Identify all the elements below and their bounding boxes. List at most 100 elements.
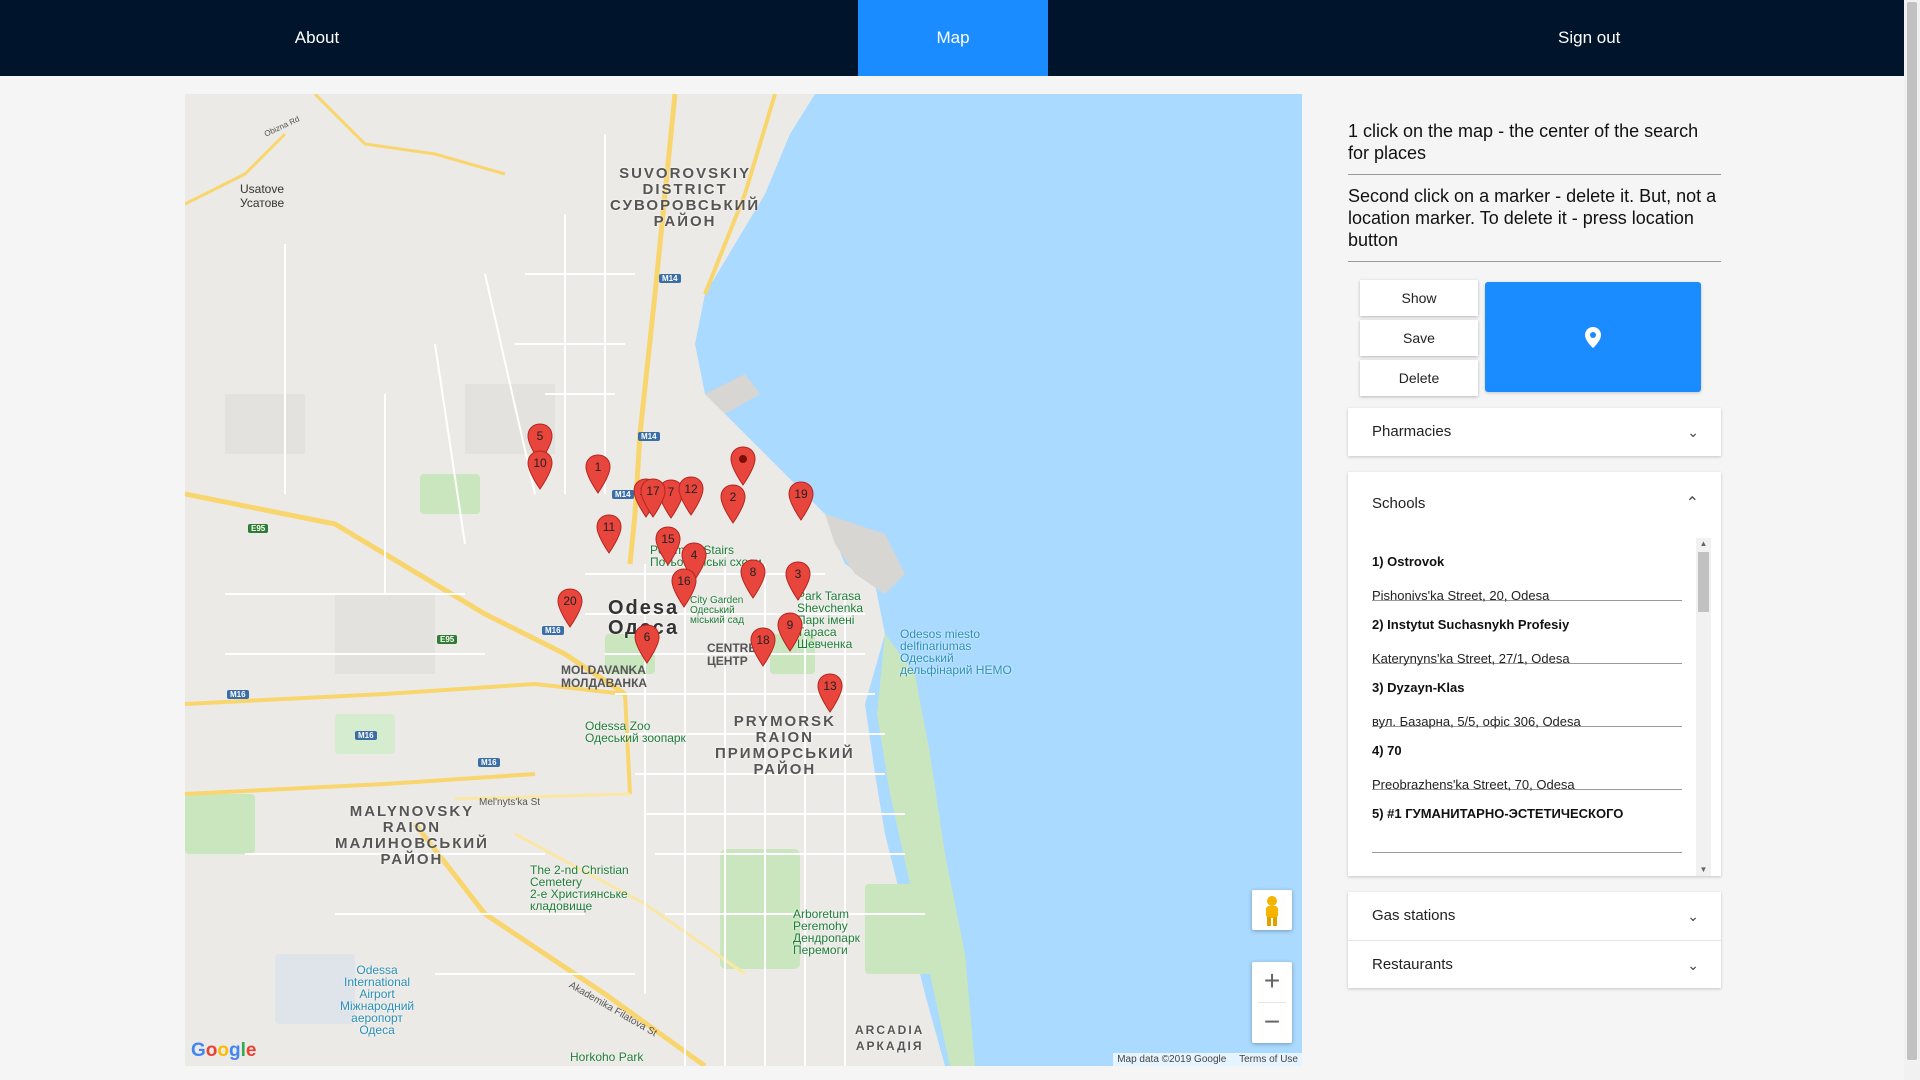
map-data-attribution: Map data ©2019 Google [1117,1054,1227,1065]
map-attribution: Map data ©2019 Google Terms of Use [1113,1053,1302,1066]
road-shield-m16: M16 [478,758,500,767]
road-shield-m14: M14 [659,274,681,283]
map-marker-location[interactable] [730,446,756,486]
schools-list[interactable]: 1) Ostrovok Pishonivs'ka Street, 20, Ode… [1348,538,1721,876]
top-navbar: About Map Sign out [0,0,1904,76]
map-label-zoo: Odessa Zoo Одеський зоопарк [585,719,686,745]
map-marker-9[interactable]: 9 [777,612,803,652]
chevron-up-icon: ⌃ [1685,495,1699,512]
map-canvas[interactable]: SUVOROVSKIY DISTRICT СУВОРОВСЬКИЙ РАЙОН … [185,94,1302,1066]
road-shield-m16: M16 [227,690,249,699]
terms-of-use-link[interactable]: Terms of Use [1239,1054,1298,1065]
marker-label: 2 [729,490,737,504]
school-name: 3) Dyzayn-Klas [1372,680,1465,695]
delete-button[interactable]: Delete [1360,360,1478,396]
marker-label: 18 [756,633,770,647]
page-scrollbar[interactable] [1904,0,1920,1080]
map-marker-6[interactable]: 6 [634,624,660,664]
marker-label: 16 [677,574,691,588]
restaurants-label: Restaurants [1372,956,1453,973]
school-name: 2) Instytut Suchasnykh Profesiy [1372,617,1570,632]
gas-stations-label: Gas stations [1372,907,1456,924]
nav-map[interactable]: Map [858,0,1048,76]
street-label-melnytska: Mel'nyts'ka St [479,797,541,808]
map-label-usatove: Usatove Усатове [240,182,285,210]
list-item[interactable]: 3) Dyzayn-Klas вул. Базарна, 5/5, офіс 3… [1372,664,1682,729]
map-label-malynovsky: MALYNOVSKY RAION МАЛИНОВСЬКИЙ РАЙОН [335,803,489,868]
marker-label: 4 [690,548,698,562]
scroll-down-arrow-icon[interactable]: ▼ [1696,864,1711,876]
nav-sign-out[interactable]: Sign out [1048,0,1920,76]
marker-label: 12 [684,482,698,496]
location-button[interactable] [1485,282,1701,392]
marker-label: 1 [594,460,602,474]
panel-schools: Schools ⌃ 1) Ostrovok Pishonivs'ka Stree… [1348,472,1721,876]
map-marker-19[interactable]: 19 [788,481,814,521]
show-button[interactable]: Show [1360,280,1478,316]
marker-label: 20 [563,594,577,608]
zoom-controls: + − [1252,962,1292,1043]
map-marker-13[interactable]: 13 [817,673,843,713]
list-item[interactable]: 5) #1 ГУМАНИТАРНО-ЭСТЕТИЧЕСКОГО [1372,790,1682,853]
map-label-airport: Odessa International Airport Міжнародний… [340,963,415,1037]
list-item[interactable]: 1) Ostrovok Pishonivs'ka Street, 20, Ode… [1372,538,1682,603]
map-label-centre: CENTRE ЦЕНТР [707,641,757,668]
marker-label: 3 [794,567,802,581]
pharmacies-header[interactable]: Pharmacies ⌄ [1348,408,1721,456]
schools-list-scrollbar[interactable]: ▲ ▼ [1696,538,1711,876]
marker-label: 9 [786,618,794,632]
map-marker-3[interactable]: 3 [785,561,811,601]
pegman-icon [1266,896,1278,926]
scroll-up-arrow-icon[interactable]: ▲ [1696,538,1711,550]
sidebar: 1 click on the map - the center of the s… [1348,94,1721,988]
map-marker-2[interactable]: 2 [720,484,746,524]
zoom-out-button[interactable]: − [1252,1003,1292,1043]
map-label-cemetery: The 2-nd Christian Cemetery 2-е Християн… [530,863,629,913]
map-marker-18[interactable]: 18 [750,627,776,667]
chevron-down-icon: ⌄ [1687,424,1699,440]
action-buttons: Show Save Delete [1360,280,1478,400]
map-marker-12[interactable]: 12 [678,476,704,516]
panel-pharmacies[interactable]: Pharmacies ⌄ [1348,408,1721,456]
location-pin-icon [1585,327,1601,348]
save-button[interactable]: Save [1360,320,1478,356]
map-label-arboretum: Arboretum Peremohy Дендропарк Перемоги [793,907,860,957]
zoom-in-button[interactable]: + [1252,962,1292,1002]
list-item[interactable]: 2) Instytut Suchasnykh Profesiy Kateryny… [1372,601,1682,666]
map-label-horkoho: Horkoho Park [570,1050,644,1064]
schools-list-scrollbar-thumb[interactable] [1698,552,1709,612]
marker-label: 8 [749,565,757,579]
marker-label: 19 [794,487,808,501]
marker-label: 6 [643,630,651,644]
marker-label: 5 [536,429,544,443]
school-name: 5) #1 ГУМАНИТАРНО-ЭСТЕТИЧЕСКОГО [1372,806,1624,821]
instruction-2: Second click on a marker - delete it. Bu… [1348,175,1721,262]
marker-label: 13 [823,679,837,693]
map-marker-1[interactable]: 1 [585,454,611,494]
page-scrollbar-thumb[interactable] [1907,2,1917,1060]
map-marker-11[interactable]: 11 [596,514,622,554]
road-shield-e95: E95 [437,635,458,644]
nav-about[interactable]: About [0,0,634,76]
restaurants-header[interactable]: Restaurants ⌄ [1348,941,1721,989]
map-marker-15[interactable]: 15 [655,526,681,566]
road-shield-m16: M16 [355,731,377,740]
map-label-prymorsk: PRYMORSK RAION ПРИМОРСЬКИЙ РАЙОН [715,713,855,778]
chevron-down-icon: ⌄ [1687,957,1699,973]
list-item[interactable]: 4) 70 Preobrazhens'ka Street, 70, Odesa [1372,727,1682,792]
pegman-button[interactable] [1252,890,1292,930]
road-shield-m14: M14 [612,490,634,499]
map-marker-20[interactable]: 20 [557,588,583,628]
map-marker-10[interactable]: 10 [527,450,553,490]
map-label-city-garden: City Garden Одеський міський сад [690,595,745,626]
schools-header[interactable]: Schools ⌃ [1348,472,1721,536]
map-marker-8[interactable]: 8 [740,559,766,599]
map-label-dolphinarium: Odesos miesto delfinariumas Одеський дел… [900,627,1012,677]
google-logo: Google [191,1040,257,1061]
marker-pin-icon [730,446,756,486]
road-shield-e95: E95 [248,524,269,533]
map-marker-17[interactable]: 17 [640,478,666,518]
map-label-suvorovskiy: SUVOROVSKIY DISTRICT СУВОРОВСЬКИЙ РАЙОН [610,165,761,230]
gas-stations-header[interactable]: Gas stations ⌄ [1348,892,1721,941]
map-marker-16[interactable]: 16 [671,568,697,608]
